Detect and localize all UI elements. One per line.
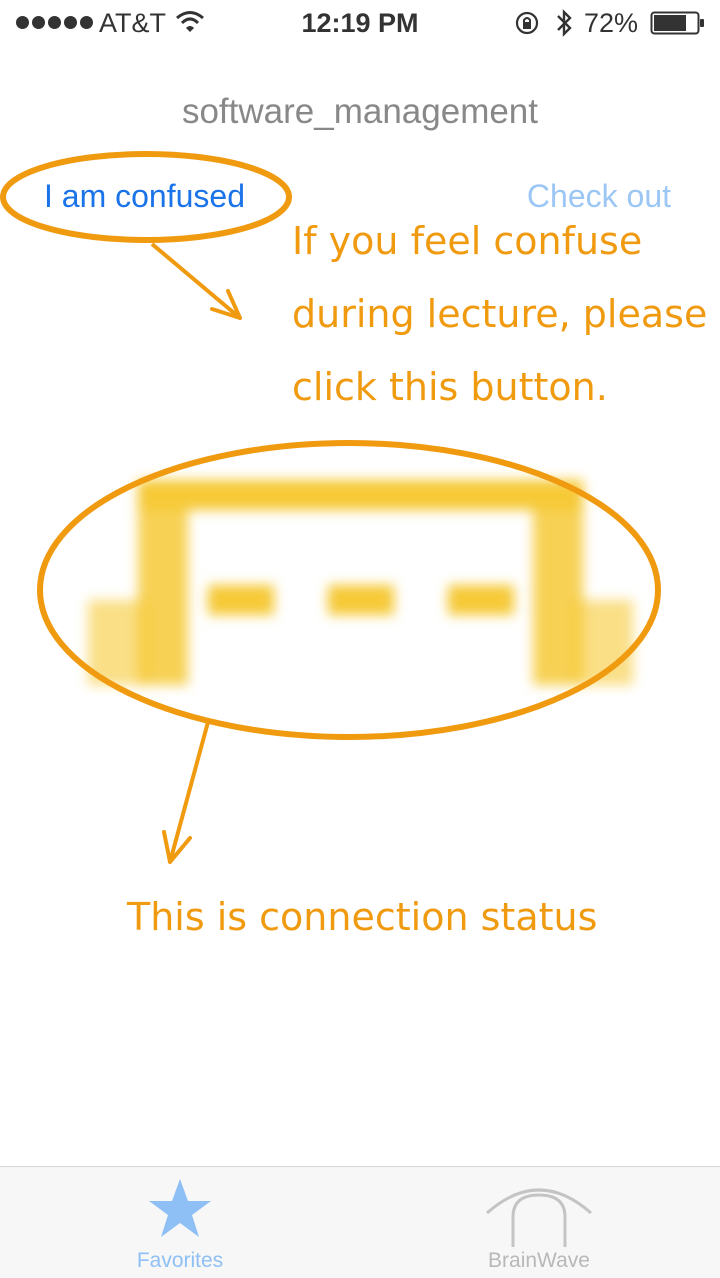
tab-bar: Favorites BrainWave [0,1166,720,1278]
brainwave-icon [486,1188,592,1247]
tab-label: BrainWave [488,1249,590,1272]
tab-label: Favorites [136,1249,224,1272]
annotation-overlay [0,151,661,864]
star-icon [149,1179,211,1237]
arrow-icon [162,721,210,864]
arrow-icon [150,242,242,320]
tab-favorites[interactable]: Favorites [80,1167,280,1278]
highlight-ellipse [37,440,661,740]
tab-brainwave[interactable]: BrainWave [439,1167,639,1278]
status-annotation: This is connection status [127,895,598,939]
highlight-ellipse [0,151,292,243]
